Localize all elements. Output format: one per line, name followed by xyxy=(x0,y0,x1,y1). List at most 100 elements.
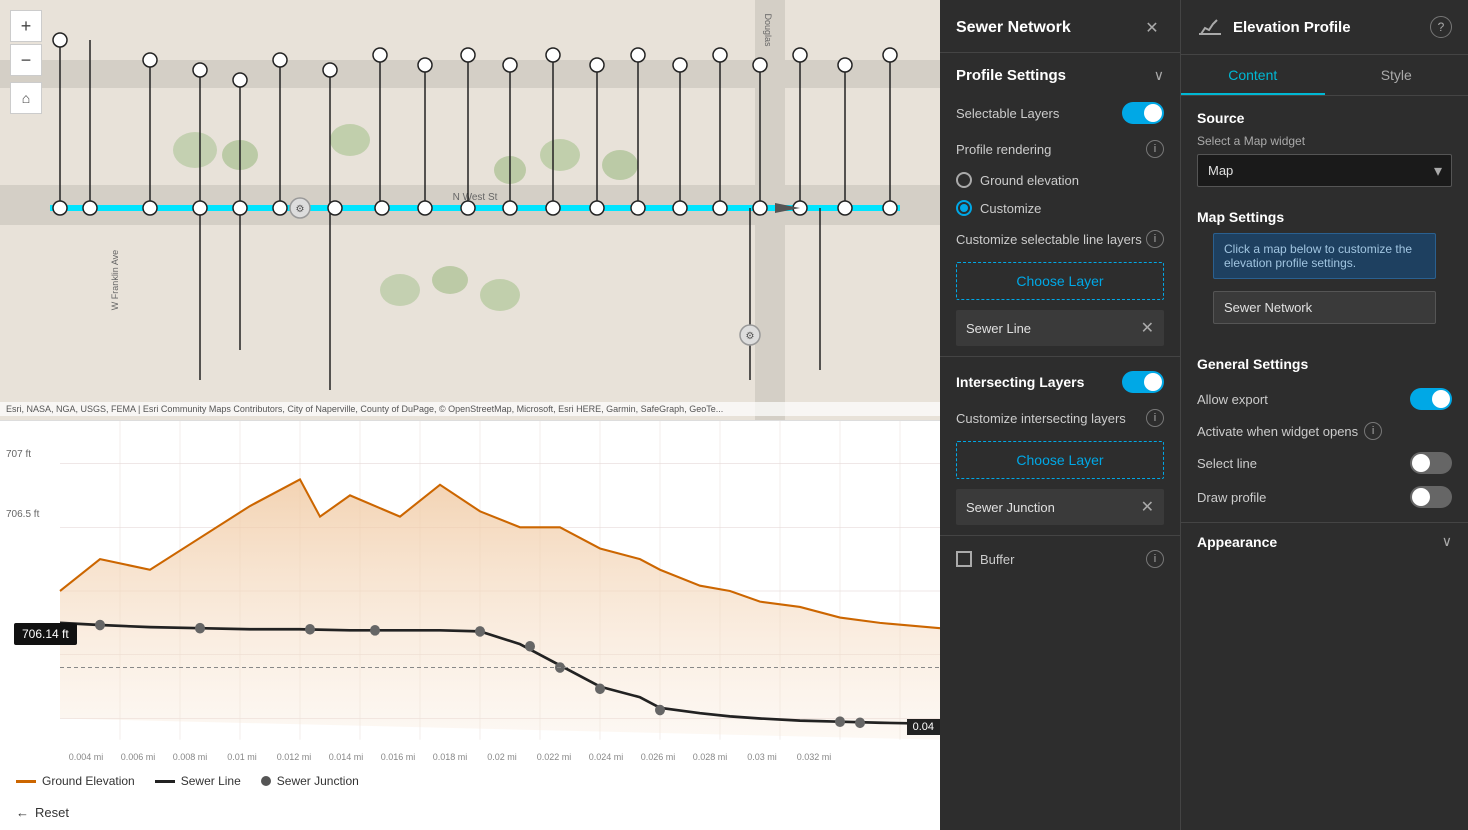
source-title: Source xyxy=(1197,110,1452,126)
map-widget-select[interactable]: Map xyxy=(1197,154,1452,187)
tooltip-elevation: 706.14 ft xyxy=(14,623,77,645)
intersecting-layers-row: Intersecting Layers xyxy=(940,363,1180,401)
svg-text:⚙: ⚙ xyxy=(296,204,305,215)
sewer-junction-tag: Sewer Junction ✕ xyxy=(956,489,1164,525)
junction-dot-icon xyxy=(261,776,271,786)
elevation-title-row: Elevation Profile xyxy=(1197,14,1351,40)
map-settings-description: Click a map below to customize the eleva… xyxy=(1213,233,1436,279)
sewer-network-panel: Sewer Network ✕ Profile Settings ∨ Selec… xyxy=(940,0,1180,830)
profile-chart xyxy=(0,421,940,761)
scroll-hint: 0.04 xyxy=(907,719,940,735)
zoom-in-button[interactable]: + xyxy=(10,10,42,42)
divider-1 xyxy=(940,356,1180,357)
sewer-line-tag: Sewer Line ✕ xyxy=(956,310,1164,346)
sewer-panel-close-button[interactable]: ✕ xyxy=(1140,16,1164,40)
profile-container: 707 ft 706.5 ft xyxy=(0,420,940,830)
customize-radio-row[interactable]: Customize xyxy=(940,194,1180,222)
select-line-row: Select line xyxy=(1197,446,1452,480)
selectable-layers-row: Selectable Layers xyxy=(940,94,1180,132)
x-axis-labels: 0.004 mi 0.006 mi 0.008 mi 0.01 mi 0.012… xyxy=(60,752,940,762)
profile-settings-header[interactable]: Profile Settings ∨ xyxy=(940,53,1180,94)
tabs-row: Content Style xyxy=(1181,55,1468,96)
customize-layers-label: Customize selectable line layers xyxy=(956,232,1142,247)
buffer-info-icon[interactable]: i xyxy=(1146,550,1164,568)
customize-layers-row: Customize selectable line layers i xyxy=(940,222,1180,256)
appearance-section[interactable]: Appearance ∨ xyxy=(1181,522,1468,560)
sewer-line-tag-label: Sewer Line xyxy=(966,321,1031,336)
sewer-panel-title: Sewer Network xyxy=(956,19,1071,37)
elevation-profile-panel: Elevation Profile ? Content Style Source… xyxy=(1180,0,1468,830)
allow-export-toggle[interactable] xyxy=(1410,388,1452,410)
customize-intersecting-info-icon[interactable]: i xyxy=(1146,409,1164,427)
choose-layer-button-1[interactable]: Choose Layer xyxy=(956,262,1164,300)
select-map-widget-label: Select a Map widget xyxy=(1197,134,1452,148)
tab-style[interactable]: Style xyxy=(1325,55,1468,95)
map-settings-title: Map Settings xyxy=(1197,209,1452,225)
sewer-panel-header: Sewer Network ✕ xyxy=(940,0,1180,53)
activate-when-row: Activate when widget opens i xyxy=(1197,416,1452,446)
legend-sewer-line-label: Sewer Line xyxy=(181,774,241,788)
appearance-chevron-icon: ∨ xyxy=(1442,533,1452,550)
tab-content[interactable]: Content xyxy=(1181,55,1325,95)
sewer-junction-tag-label: Sewer Junction xyxy=(966,500,1055,515)
svg-text:N West St: N West St xyxy=(453,192,498,203)
reset-arrow-icon: ← xyxy=(16,805,29,820)
draw-profile-label: Draw profile xyxy=(1197,490,1266,505)
source-section: Source Select a Map widget Map xyxy=(1181,96,1468,195)
ground-elevation-radio[interactable] xyxy=(956,172,972,188)
sewer-junction-tag-remove-button[interactable]: ✕ xyxy=(1141,497,1154,517)
map-view[interactable]: + − ⌂ N West St W Franklin Ave Douglas xyxy=(0,0,940,420)
map-widget-select-wrap[interactable]: Map xyxy=(1197,154,1452,187)
elevation-body: Source Select a Map widget Map Map Setti… xyxy=(1181,96,1468,830)
map-settings-section: Map Settings Click a map below to custom… xyxy=(1181,195,1468,344)
select-line-label: Select line xyxy=(1197,456,1257,471)
customize-layers-info-icon[interactable]: i xyxy=(1146,230,1164,248)
svg-text:Douglas: Douglas xyxy=(763,13,773,47)
profile-rendering-row: Profile rendering i xyxy=(940,132,1180,166)
legend-sewer-junction: Sewer Junction xyxy=(261,774,359,788)
activate-when-info-icon[interactable]: i xyxy=(1364,422,1382,440)
divider-2 xyxy=(940,535,1180,536)
activate-when-left: Activate when widget opens i xyxy=(1197,422,1382,440)
buffer-row: Buffer i xyxy=(940,542,1180,576)
profile-rendering-label: Profile rendering xyxy=(956,142,1051,157)
map-attribution: Esri, NASA, NGA, USGS, FEMA | Esri Commu… xyxy=(0,402,940,416)
y-label-7065: 706.5 ft xyxy=(6,509,39,520)
selectable-layers-toggle[interactable] xyxy=(1122,102,1164,124)
intersecting-layers-toggle[interactable] xyxy=(1122,371,1164,393)
customize-radio[interactable] xyxy=(956,200,972,216)
svg-text:⚙: ⚙ xyxy=(746,331,755,342)
elevation-header: Elevation Profile ? xyxy=(1181,0,1468,55)
selectable-layers-label: Selectable Layers xyxy=(956,106,1059,121)
reset-button[interactable]: ← Reset xyxy=(16,805,69,820)
sewer-line-tag-remove-button[interactable]: ✕ xyxy=(1141,318,1154,338)
legend-ground-label: Ground Elevation xyxy=(42,774,135,788)
profile-settings-title: Profile Settings xyxy=(956,67,1066,84)
general-settings-section: General Settings Allow export Activate w… xyxy=(1181,344,1468,522)
home-button[interactable]: ⌂ xyxy=(10,82,42,114)
zoom-out-button[interactable]: − xyxy=(10,44,42,76)
profile-legend: Ground Elevation Sewer Line Sewer Juncti… xyxy=(16,774,359,788)
buffer-label: Buffer xyxy=(980,552,1014,567)
map-svg: N West St W Franklin Ave Douglas xyxy=(0,0,940,420)
help-icon[interactable]: ? xyxy=(1430,16,1452,38)
map-settings-selected[interactable]: Sewer Network xyxy=(1213,291,1436,324)
customize-intersecting-label: Customize intersecting layers xyxy=(956,411,1126,426)
intersecting-layers-label: Intersecting Layers xyxy=(956,374,1084,390)
buffer-checkbox-left: Buffer xyxy=(956,551,1014,567)
choose-layer-button-2[interactable]: Choose Layer xyxy=(956,441,1164,479)
select-line-toggle[interactable] xyxy=(1410,452,1452,474)
allow-export-label: Allow export xyxy=(1197,392,1268,407)
draw-profile-toggle[interactable] xyxy=(1410,486,1452,508)
buffer-checkbox[interactable] xyxy=(956,551,972,567)
draw-profile-row: Draw profile xyxy=(1197,480,1452,514)
general-settings-title: General Settings xyxy=(1197,356,1452,372)
ground-elevation-radio-row[interactable]: Ground elevation xyxy=(940,166,1180,194)
map-controls: + − ⌂ xyxy=(10,10,42,114)
reset-label[interactable]: Reset xyxy=(35,805,69,820)
svg-text:W Franklin Ave: W Franklin Ave xyxy=(110,250,120,310)
map-container: + − ⌂ N West St W Franklin Ave Douglas xyxy=(0,0,940,830)
profile-rendering-info-icon[interactable]: i xyxy=(1146,140,1164,158)
legend-sewer-line: Sewer Line xyxy=(155,774,241,788)
customize-radio-label: Customize xyxy=(980,201,1041,216)
